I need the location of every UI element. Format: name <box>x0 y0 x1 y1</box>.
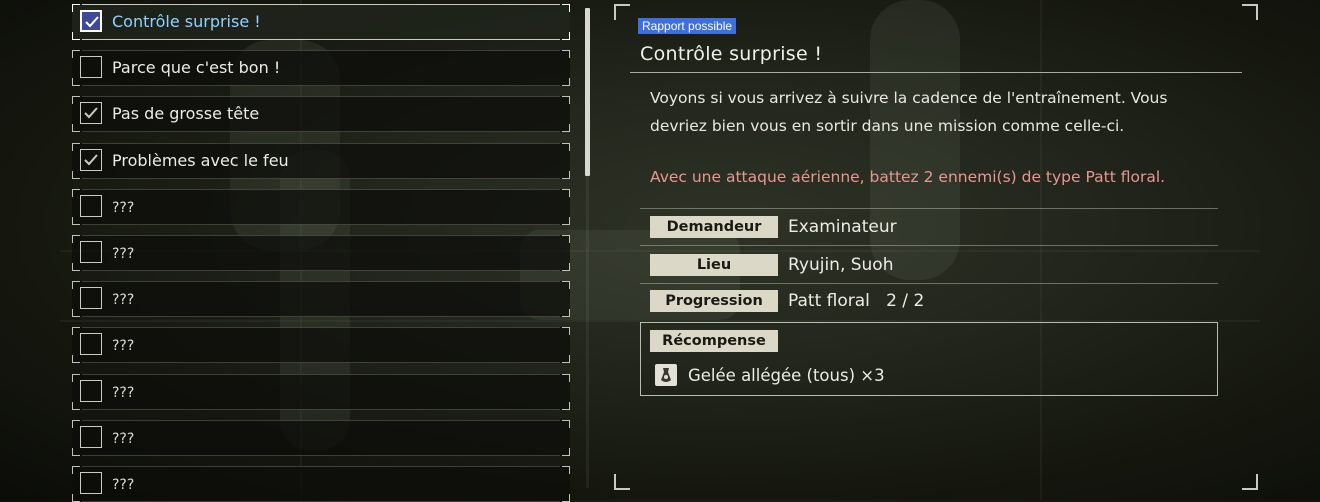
info-divider <box>640 245 1218 246</box>
quest-list-item[interactable]: ??? <box>72 466 570 502</box>
quest-list-item-label: Pas de grosse tête <box>112 104 260 124</box>
title-divider <box>630 72 1242 73</box>
quest-list-item[interactable]: ??? <box>72 373 570 410</box>
quest-list-item[interactable]: ??? <box>72 235 570 271</box>
quest-title: Contrôle surprise ! <box>640 43 823 65</box>
quest-description: Voyons si vous arrivez à suivre la caden… <box>650 84 1210 140</box>
quest-list-item-label: Parce que c'est bon ! <box>112 58 281 78</box>
empty-checkbox-icon <box>80 472 102 494</box>
quest-list-item[interactable]: ??? <box>72 281 570 318</box>
progress-value: Patt floral 2 / 2 <box>788 291 925 311</box>
quest-list-item[interactable]: Contrôle surprise ! <box>72 4 570 40</box>
reward-label: Récompense <box>650 330 778 352</box>
empty-checkbox-icon <box>80 379 102 402</box>
location-value: Ryujin, Suoh <box>788 255 894 275</box>
quest-list-item-label: ??? <box>112 246 135 262</box>
empty-checkbox-icon <box>80 194 102 217</box>
quest-list-item-label: Problèmes avec le feu <box>112 150 289 170</box>
quest-list-scrollbar[interactable] <box>585 8 590 176</box>
quest-list-item[interactable]: ??? <box>72 188 570 225</box>
quest-list-item-label: ??? <box>112 384 135 401</box>
empty-checkbox-icon <box>80 56 102 79</box>
requester-label: Demandeur <box>650 216 778 238</box>
empty-checkbox-icon <box>80 333 102 356</box>
quest-list-item-label: ??? <box>112 477 135 493</box>
quest-list-item-label: ??? <box>112 430 135 447</box>
requester-value: Examinateur <box>788 217 897 237</box>
quest-list-item-label: ??? <box>112 338 135 355</box>
quest-list-item[interactable]: Pas de grosse tête <box>72 96 570 133</box>
description-line-1: Voyons si vous arrivez à suivre la caden… <box>650 89 1168 107</box>
quest-list-item-label: ??? <box>112 292 135 309</box>
quest-list-item[interactable]: Parce que c'est bon ! <box>72 50 570 87</box>
info-divider <box>640 283 1218 284</box>
quest-list-item[interactable]: ??? <box>72 327 570 364</box>
quest-list-item[interactable]: ??? <box>72 419 570 456</box>
empty-checkbox-icon <box>80 241 102 263</box>
quest-list: Contrôle surprise ! Parce que c'est bon !… <box>70 0 576 502</box>
description-line-2: devriez bien vous en sortir dans une mis… <box>650 117 1125 135</box>
quest-list-item-label: Contrôle surprise ! <box>112 12 261 31</box>
info-divider <box>640 208 1218 209</box>
quest-list-item-label: ??? <box>112 199 135 216</box>
empty-checkbox-icon <box>80 425 102 448</box>
report-available-badge: Rapport possible <box>638 18 737 34</box>
checked-checkbox-icon <box>80 148 102 171</box>
quest-list-item[interactable]: Problèmes avec le feu <box>72 142 570 179</box>
empty-checkbox-icon <box>80 287 102 310</box>
progress-label: Progression <box>650 290 778 312</box>
checked-checkbox-icon <box>80 10 102 32</box>
location-label: Lieu <box>650 254 778 276</box>
quest-detail-panel <box>614 4 1258 490</box>
quest-objective: Avec une attaque aérienne, battez 2 enne… <box>650 168 1166 186</box>
reward-item: Gelée allégée (tous) ×3 <box>688 366 885 385</box>
checked-checkbox-icon <box>80 102 102 125</box>
jelly-item-icon <box>655 364 677 386</box>
